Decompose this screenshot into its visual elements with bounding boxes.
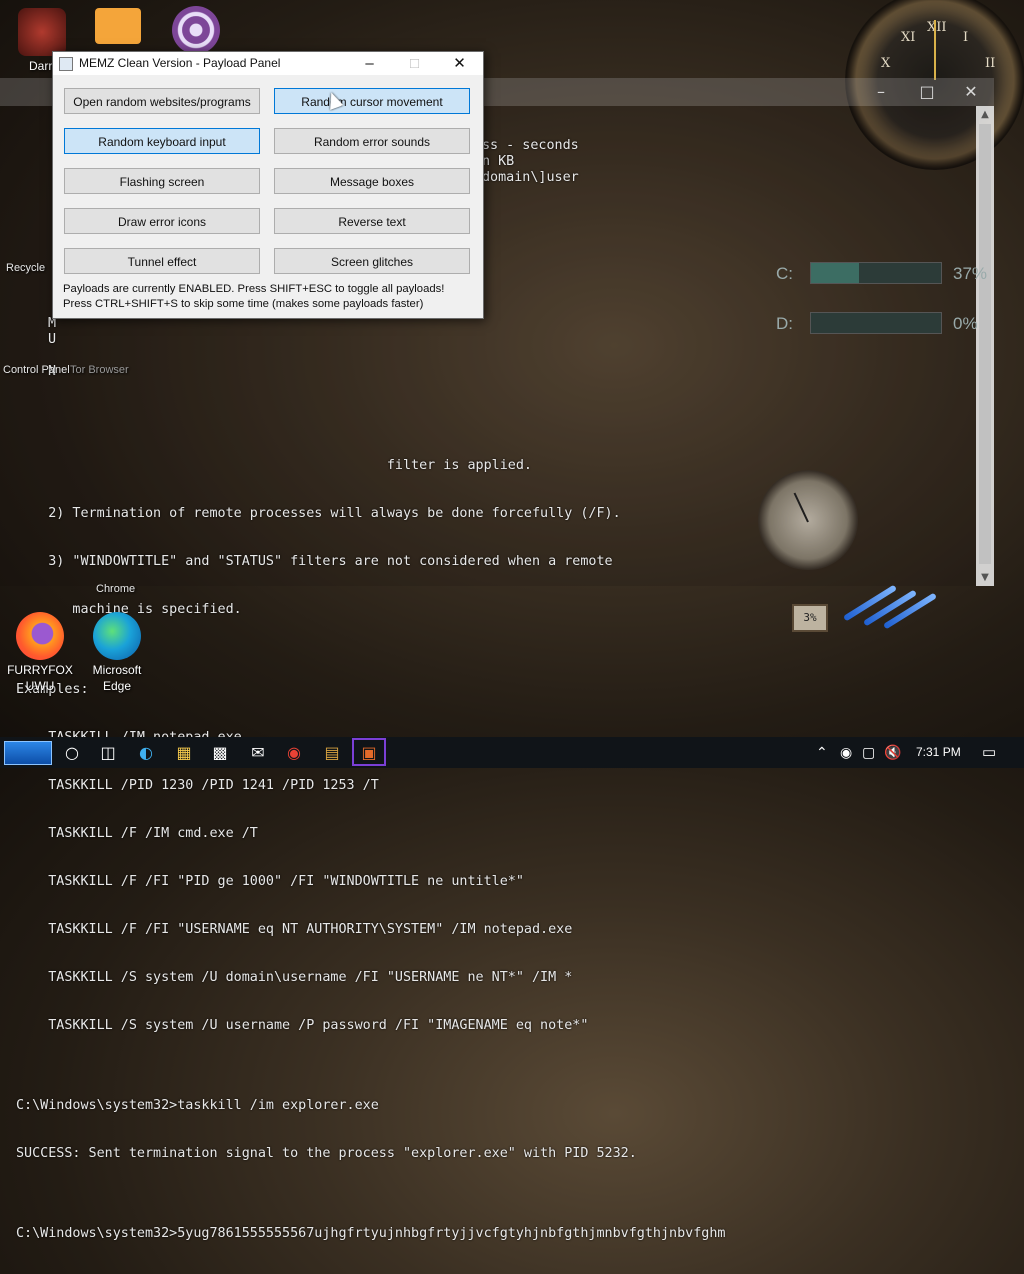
chevron-up-icon[interactable]: ⌃	[816, 737, 828, 768]
desktop-icon-firefox[interactable]: FURRYFOX UWU	[0, 612, 80, 694]
disk-c-bar	[810, 262, 942, 284]
maximize-icon[interactable]: □	[904, 78, 950, 106]
mail-icon[interactable]: ✉	[240, 737, 276, 768]
console-line: SUCCESS: Sent termination signal to the …	[16, 1146, 637, 1161]
start-button[interactable]	[4, 741, 52, 765]
console-line: TASKKILL /S system /U domain\username /F…	[16, 970, 573, 985]
disk-c-pct: 37%	[953, 264, 988, 283]
maximize-icon[interactable]: □	[392, 52, 437, 75]
firefox-icon	[16, 612, 64, 660]
minimize-icon[interactable]: –	[858, 78, 904, 106]
console-line: filter is applied.	[16, 458, 532, 473]
chrome-taskbar-icon[interactable]: ◉	[276, 737, 312, 768]
scroll-thumb[interactable]	[979, 124, 991, 564]
skull-icon	[18, 8, 66, 56]
status-text-1: Payloads are currently ENABLED. Press SH…	[63, 283, 445, 295]
volume-muted-icon[interactable]: 🔇	[884, 737, 901, 768]
task-view-icon[interactable]: ◫	[90, 737, 126, 768]
disk-d-label: D:	[776, 314, 793, 333]
console-line: TASKKILL /F /FI "PID ge 1000" /FI "WINDO…	[16, 874, 524, 889]
taskbar: ○ ◫ ◐ ▦ ▩ ✉ ◉ ▤ ▣ ⌃ ◉ ▢ 🔇 7:31 PM ▭	[0, 737, 1024, 768]
desktop-icon-hxd[interactable]	[78, 8, 158, 46]
tor-browser-label[interactable]: Tor Browser	[70, 364, 129, 376]
desktop-icon-label: FURRYFOX UWU	[7, 663, 73, 693]
console-partial-line: n KB	[482, 154, 515, 169]
webcam-icon[interactable]: ◉	[840, 737, 852, 768]
console-line: TASKKILL /F /IM cmd.exe /T	[16, 826, 258, 841]
console-line: TASKKILL /F /FI "USERNAME eq NT AUTHORIT…	[16, 922, 573, 937]
file-explorer-icon[interactable]: ▦	[166, 737, 202, 768]
console-partial-line: domain\]user	[482, 170, 579, 185]
desktop-icon-edge[interactable]: Microsoft Edge	[77, 612, 157, 694]
console-line: machine is specified.	[16, 602, 242, 617]
hxd-icon	[95, 8, 141, 44]
cortana-icon[interactable]: ○	[54, 737, 90, 768]
console-scrollbar[interactable]: ▲ ▼	[976, 106, 994, 586]
scroll-down-icon[interactable]: ▼	[976, 569, 994, 586]
console-line: C:\Windows\system32>5yug7861555555567ujh…	[16, 1226, 726, 1241]
payload-error-sounds-button[interactable]: Random error sounds	[274, 128, 470, 154]
disk-d-bar	[810, 312, 942, 334]
console-line: 2) Termination of remote processes will …	[16, 506, 621, 521]
console-line: 3) "WINDOWTITLE" and "STATUS" filters ar…	[16, 554, 613, 569]
payload-reverse-text-button[interactable]: Reverse text	[274, 208, 470, 234]
tor-icon	[172, 6, 220, 54]
desktop-icon-label: Microsoft Edge	[92, 663, 142, 693]
payload-open-websites-button[interactable]: Open random websites/programs	[64, 88, 260, 114]
dialog-title: MEMZ Clean Version - Payload Panel	[79, 56, 281, 70]
payload-tunnel-button[interactable]: Tunnel effect	[64, 248, 260, 274]
console-line: TASKKILL /S system /U username /P passwo…	[16, 1018, 589, 1033]
network-icon[interactable]: ▢	[862, 737, 875, 768]
dialog-titlebar[interactable]: MEMZ Clean Version - Payload Panel – □ ✕	[53, 52, 483, 75]
notification-icon[interactable]: ▭	[982, 737, 996, 768]
chrome-label[interactable]: Chrome	[96, 583, 135, 595]
edge-taskbar-icon[interactable]: ◐	[128, 737, 164, 768]
control-panel-label[interactable]: Control Panel	[3, 364, 70, 376]
scroll-up-icon[interactable]: ▲	[976, 106, 994, 123]
payload-flashing-button[interactable]: Flashing screen	[64, 168, 260, 194]
payload-glitches-button[interactable]: Screen glitches	[274, 248, 470, 274]
console-line: TASKKILL /PID 1230 /PID 1241 /PID 1253 /…	[16, 778, 379, 793]
console-line: C:\Windows\system32>taskkill /im explore…	[16, 1098, 379, 1113]
payload-message-boxes-button[interactable]: Message boxes	[274, 168, 470, 194]
payload-error-icons-button[interactable]: Draw error icons	[64, 208, 260, 234]
console-partial-line: ss - seconds	[482, 138, 579, 153]
console-line: Examples:	[16, 682, 89, 697]
payload-keyboard-button[interactable]: Random keyboard input	[64, 128, 260, 154]
edge-icon	[93, 612, 141, 660]
status-text-2: Press CTRL+SHIFT+S to skip some time (ma…	[63, 298, 424, 310]
memz-icon[interactable]: ▣	[351, 737, 387, 768]
disk-c-label: C:	[776, 264, 793, 283]
recycle-bin-label[interactable]: Recycle	[6, 262, 45, 274]
minimize-icon[interactable]: –	[347, 52, 392, 75]
store-icon[interactable]: ▩	[202, 737, 238, 768]
console-partial-line: U	[48, 332, 57, 347]
memz-payload-panel[interactable]: MEMZ Clean Version - Payload Panel – □ ✕…	[52, 51, 484, 319]
desktop-icon-tor[interactable]	[156, 6, 236, 56]
app-taskbar-icon[interactable]: ▤	[314, 737, 350, 768]
app-window-icon	[59, 57, 73, 71]
payload-cursor-button[interactable]: Random cursor movement	[274, 88, 470, 114]
disk-d-pct: 0%	[953, 314, 978, 333]
taskbar-clock[interactable]: 7:31 PM	[916, 737, 961, 768]
close-icon[interactable]: ✕	[948, 78, 994, 106]
close-icon[interactable]: ✕	[437, 52, 482, 75]
